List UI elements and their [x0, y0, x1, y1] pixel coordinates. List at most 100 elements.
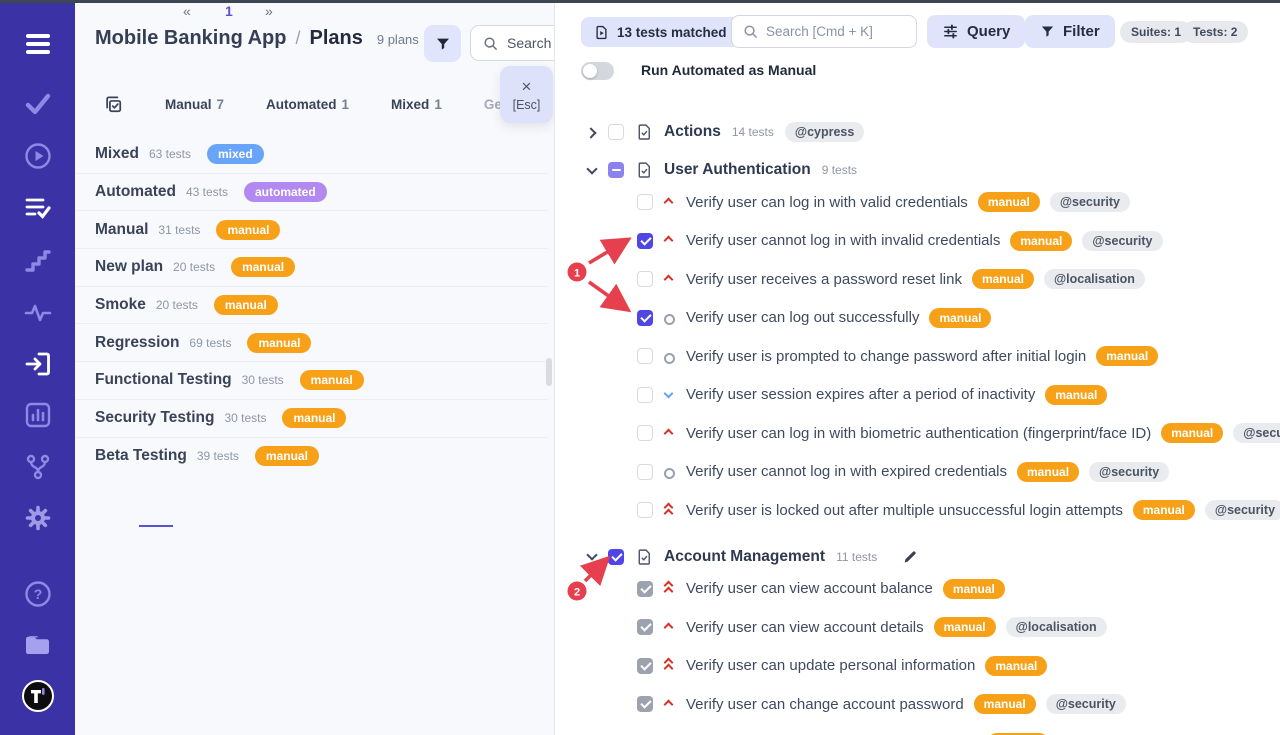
- suite-name[interactable]: Actions: [664, 123, 721, 141]
- plan-row-smoke[interactable]: Smoke 20 tests manual: [75, 287, 548, 325]
- test-row[interactable]: Verify user can log in with biometric au…: [555, 414, 1280, 453]
- test-tag[interactable]: @security: [1089, 462, 1169, 482]
- chevron-down-icon[interactable]: [586, 551, 597, 562]
- plan-name[interactable]: Smoke: [95, 296, 146, 314]
- branch-icon[interactable]: [24, 453, 52, 481]
- suite-checkbox-checked[interactable]: [608, 549, 624, 565]
- test-title[interactable]: Verify user can log in with biometric au…: [686, 425, 1151, 442]
- test-row[interactable]: Verify user can change account password …: [555, 685, 1280, 724]
- test-checkbox[interactable]: [637, 271, 653, 287]
- test-row[interactable]: Verify user receives a password reset li…: [555, 260, 1280, 299]
- test-title[interactable]: Verify user can change account password: [686, 696, 964, 713]
- edit-pencil-icon[interactable]: [902, 549, 918, 565]
- pagination-prev[interactable]: «: [183, 3, 191, 19]
- plans-search-input[interactable]: [507, 35, 555, 51]
- check-icon[interactable]: [24, 91, 52, 117]
- plan-row-beta-testing[interactable]: Beta Testing 39 tests manual: [75, 438, 548, 476]
- test-title[interactable]: Verify user can update personal informat…: [686, 657, 975, 674]
- plan-name[interactable]: Mixed: [95, 145, 139, 163]
- plan-name[interactable]: Functional Testing: [95, 371, 232, 389]
- test-tag[interactable]: @security: [1205, 500, 1280, 520]
- tab-manual[interactable]: Manual7: [165, 97, 224, 112]
- plan-name[interactable]: Regression: [95, 334, 179, 352]
- suite-checkbox[interactable]: [608, 124, 624, 140]
- plan-row-functional-testing[interactable]: Functional Testing 30 tests manual: [75, 362, 548, 400]
- test-tag[interactable]: @security: [1050, 192, 1130, 212]
- steps-icon[interactable]: [24, 248, 52, 274]
- test-checkbox-checked-disabled[interactable]: [637, 619, 653, 635]
- close-filter-button[interactable]: × [Esc]: [500, 66, 553, 123]
- test-checkbox-checked-disabled[interactable]: [637, 658, 653, 674]
- help-icon[interactable]: ?: [24, 580, 52, 608]
- plan-row-regression[interactable]: Regression 69 tests manual: [75, 324, 548, 362]
- breadcrumb-project[interactable]: Mobile Banking App: [95, 27, 286, 50]
- test-row[interactable]: Verify user can log out successfully man…: [555, 299, 1280, 338]
- test-checkbox-checked[interactable]: [637, 310, 653, 326]
- test-title[interactable]: Verify user is prompted to change passwo…: [686, 348, 1086, 365]
- test-row[interactable]: Verify user can view account details man…: [555, 608, 1280, 647]
- test-title[interactable]: Verify user cannot log in with invalid c…: [686, 232, 1000, 249]
- menu-icon[interactable]: [24, 31, 52, 57]
- suite-tag[interactable]: @cypress: [785, 122, 864, 142]
- tab-automated[interactable]: Automated1: [266, 97, 349, 112]
- test-title[interactable]: Verify user can log out successfully: [686, 309, 919, 326]
- plan-row-security-testing[interactable]: Security Testing 30 tests manual: [75, 400, 548, 438]
- list-check-icon[interactable]: [24, 195, 52, 221]
- plan-row-new-plan[interactable]: New plan 20 tests manual: [75, 249, 548, 287]
- query-button[interactable]: Query: [927, 15, 1025, 48]
- activity-icon[interactable]: [24, 300, 52, 326]
- plan-row-automated[interactable]: Automated 43 tests automated: [75, 174, 548, 212]
- test-checkbox-checked[interactable]: [637, 233, 653, 249]
- test-title[interactable]: Verify user receives a password reset li…: [686, 271, 962, 288]
- test-checkbox[interactable]: [637, 502, 653, 518]
- test-row[interactable]: Verify user can view account balance man…: [555, 570, 1280, 609]
- test-checkbox[interactable]: [637, 348, 653, 364]
- plan-row-manual[interactable]: Manual 31 tests manual: [75, 211, 548, 249]
- test-tag[interactable]: @security: [1233, 423, 1280, 443]
- test-row[interactable]: Verify user can update personal informat…: [555, 647, 1280, 686]
- settings-icon[interactable]: [24, 504, 52, 532]
- plan-name[interactable]: Manual: [95, 221, 148, 239]
- plan-name[interactable]: Beta Testing: [95, 447, 187, 465]
- test-title[interactable]: Verify user can log in with valid creden…: [686, 194, 968, 211]
- chevron-down-icon[interactable]: [586, 165, 597, 176]
- test-title[interactable]: Verify user can view account details: [686, 619, 924, 636]
- test-checkbox[interactable]: [637, 194, 653, 210]
- test-row[interactable]: Verify user cannot log in with invalid c…: [555, 222, 1280, 261]
- bar-chart-icon[interactable]: [24, 401, 52, 429]
- filter-button[interactable]: Filter: [1025, 15, 1115, 48]
- test-checkbox[interactable]: [637, 425, 653, 441]
- test-checkbox-checked-disabled[interactable]: [637, 696, 653, 712]
- test-tag[interactable]: @localisation: [1044, 269, 1145, 289]
- plan-name[interactable]: New plan: [95, 258, 163, 276]
- test-title[interactable]: Verify user can view account balance: [686, 580, 933, 597]
- suite-checkbox-indeterminate[interactable]: [608, 162, 624, 178]
- plan-name[interactable]: Automated: [95, 183, 176, 201]
- test-row[interactable]: Verify user cannot log in with expired c…: [555, 453, 1280, 492]
- play-circle-icon[interactable]: [24, 142, 52, 170]
- test-row[interactable]: Verify user session expires after a peri…: [555, 376, 1280, 415]
- tests-matched-button[interactable]: 13 tests matched: [581, 17, 740, 47]
- sign-in-icon[interactable]: [24, 350, 52, 378]
- test-row[interactable]: Verify user can link/unlink external acc…: [555, 724, 1280, 735]
- test-checkbox[interactable]: [637, 387, 653, 403]
- logo[interactable]: [21, 679, 55, 713]
- pagination-page-1[interactable]: 1: [225, 3, 233, 19]
- plan-row-mixed[interactable]: Mixed 63 tests mixed: [75, 136, 548, 174]
- plans-filter-button[interactable]: [424, 25, 461, 62]
- scrollbar-thumb[interactable]: [546, 358, 552, 386]
- test-row[interactable]: Verify user is locked out after multiple…: [555, 491, 1280, 530]
- test-row[interactable]: Verify user can log in with valid creden…: [555, 183, 1280, 222]
- tests-search-input[interactable]: [766, 24, 906, 39]
- select-all-icon[interactable]: [104, 95, 123, 114]
- test-row[interactable]: Verify user is prompted to change passwo…: [555, 337, 1280, 376]
- test-tag[interactable]: @security: [1046, 694, 1126, 714]
- suite-name[interactable]: User Authentication: [664, 161, 811, 179]
- test-tag[interactable]: @localisation: [1006, 617, 1107, 637]
- test-checkbox-checked-disabled[interactable]: [637, 581, 653, 597]
- plan-name[interactable]: Security Testing: [95, 409, 214, 427]
- test-title[interactable]: Verify user session expires after a peri…: [686, 386, 1035, 403]
- test-tag[interactable]: @security: [1082, 231, 1162, 251]
- chevron-right-icon[interactable]: [586, 127, 597, 138]
- tab-mixed[interactable]: Mixed1: [391, 97, 442, 112]
